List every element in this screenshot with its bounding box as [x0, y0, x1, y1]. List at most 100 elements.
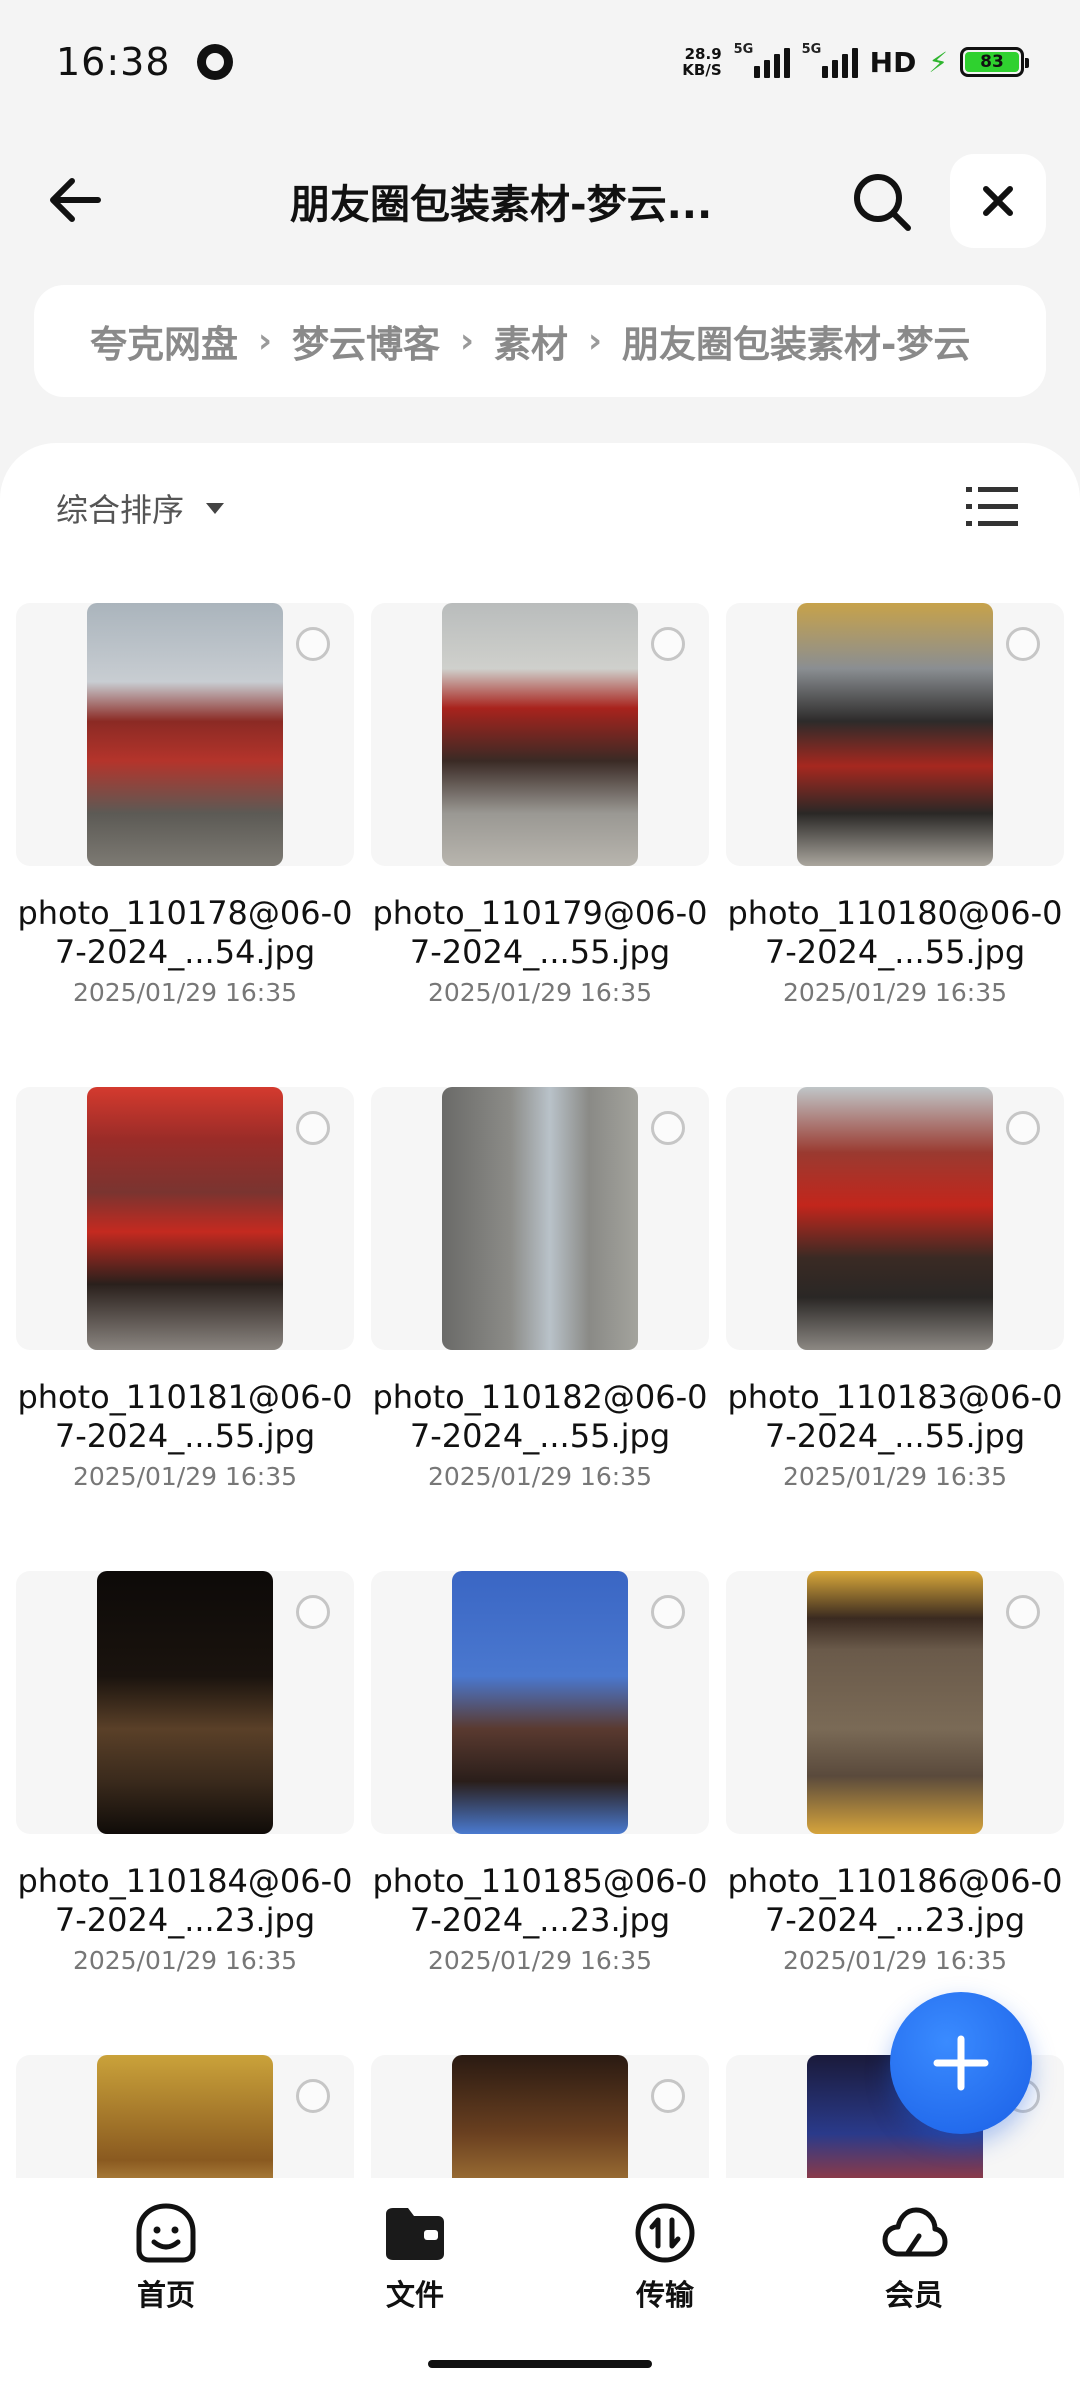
status-time: 16:38	[56, 40, 171, 84]
signal-label: 5G	[733, 42, 754, 57]
select-checkbox[interactable]	[296, 627, 330, 661]
close-button[interactable]	[950, 154, 1046, 248]
thumbnail-frame	[371, 1571, 709, 1834]
file-name: photo_110179@06-07-2024_...55.jpg	[372, 894, 708, 971]
select-checkbox[interactable]	[651, 2079, 685, 2113]
select-checkbox[interactable]	[651, 1111, 685, 1145]
thumbnail-frame	[726, 603, 1064, 866]
upload-fab-button[interactable]	[890, 1992, 1032, 2134]
back-button[interactable]	[40, 164, 112, 236]
file-date: 2025/01/29 16:35	[427, 978, 653, 1007]
caret-down-icon	[206, 502, 225, 514]
file-card[interactable]: photo_110183@06-07-2024_...55.jpg 2025/0…	[726, 1087, 1064, 1491]
header: 朋友圈包装素材-梦云...	[0, 150, 1080, 250]
file-name: photo_110181@06-07-2024_...55.jpg	[17, 1378, 353, 1455]
signal-label: 5G	[801, 42, 822, 57]
list-view-button[interactable]	[966, 485, 1018, 529]
file-card[interactable]	[371, 2055, 709, 2178]
thumbnail-frame	[16, 1571, 354, 1834]
file-date: 2025/01/29 16:35	[72, 1946, 298, 1975]
nav-item-files[interactable]: 文件	[345, 2200, 485, 2314]
file-name: photo_110183@06-07-2024_...55.jpg	[727, 1378, 1063, 1455]
file-date: 2025/01/29 16:35	[427, 1462, 653, 1491]
chevron-right-icon: ›	[460, 321, 475, 361]
notification-icon	[196, 44, 233, 80]
photo-thumbnail	[442, 1087, 638, 1350]
file-card[interactable]: photo_110182@06-07-2024_...55.jpg 2025/0…	[371, 1087, 709, 1491]
chevron-right-icon: ›	[258, 321, 273, 361]
cloud-icon	[882, 2207, 948, 2257]
status-bar: 16:38 28.9 KB/S 5G 5G HD ⚡ 83	[0, 0, 1080, 124]
folder-icon	[386, 2208, 444, 2260]
breadcrumb-item[interactable]: 素材	[494, 314, 568, 368]
nav-item-member[interactable]: 会员	[844, 2200, 984, 2314]
select-checkbox[interactable]	[296, 2079, 330, 2113]
file-date: 2025/01/29 16:35	[782, 1946, 1008, 1975]
chevron-right-icon: ›	[588, 321, 603, 361]
thumbnail-frame	[371, 2055, 709, 2178]
photo-thumbnail	[797, 603, 993, 866]
file-date: 2025/01/29 16:35	[782, 978, 1008, 1007]
net-speed-unit: KB/S	[682, 61, 722, 79]
sort-dropdown[interactable]: 综合排序	[56, 485, 225, 531]
file-card[interactable]: photo_110186@06-07-2024_...23.jpg 2025/0…	[726, 1571, 1064, 1975]
sort-label: 综合排序	[56, 491, 185, 529]
battery-level: 83	[965, 52, 1019, 72]
nav-item-transfer[interactable]: 传输	[595, 2200, 735, 2314]
breadcrumb-item[interactable]: 梦云博客	[292, 314, 440, 368]
nav-label: 会员	[884, 2278, 943, 2312]
file-card[interactable]: photo_110178@06-07-2024_...54.jpg 2025/0…	[16, 603, 354, 1007]
thumbnail-frame	[371, 603, 709, 866]
thumbnail-frame	[726, 1571, 1064, 1834]
select-checkbox[interactable]	[651, 1595, 685, 1629]
search-icon	[854, 174, 911, 231]
file-card[interactable]: photo_110184@06-07-2024_...23.jpg 2025/0…	[16, 1571, 354, 1975]
file-name: photo_110182@06-07-2024_...55.jpg	[372, 1378, 708, 1455]
file-name: photo_110185@06-07-2024_...23.jpg	[372, 1862, 708, 1939]
net-speed-value: 28.9	[684, 45, 722, 63]
thumbnail-frame	[726, 1087, 1064, 1350]
select-checkbox[interactable]	[1006, 1111, 1040, 1145]
file-name: photo_110180@06-07-2024_...55.jpg	[727, 894, 1063, 971]
file-card[interactable]	[16, 2055, 354, 2178]
nav-label: 首页	[136, 2278, 195, 2312]
thumbnail-frame	[16, 2055, 354, 2178]
file-card[interactable]: photo_110181@06-07-2024_...55.jpg 2025/0…	[16, 1087, 354, 1491]
file-card[interactable]: photo_110180@06-07-2024_...55.jpg 2025/0…	[726, 603, 1064, 1007]
select-checkbox[interactable]	[651, 627, 685, 661]
network-speed: 28.9 KB/S	[682, 46, 721, 78]
file-card[interactable]: photo_110179@06-07-2024_...55.jpg 2025/0…	[371, 603, 709, 1007]
nav-label: 传输	[635, 2278, 694, 2312]
file-panel: 综合排序 photo_110178@06-07-2024_...54.jpg 2…	[0, 443, 1080, 2178]
photo-thumbnail	[87, 603, 283, 866]
file-date: 2025/01/29 16:35	[72, 978, 298, 1007]
list-view-icon	[966, 487, 1018, 526]
search-button[interactable]	[850, 170, 914, 234]
nav-item-home[interactable]: 首页	[96, 2200, 236, 2314]
breadcrumb-item[interactable]: 夸克网盘	[90, 314, 238, 368]
photo-thumbnail	[442, 603, 638, 866]
nav-label: 文件	[385, 2278, 444, 2312]
photo-thumbnail	[87, 1087, 283, 1350]
photo-thumbnail	[797, 1087, 993, 1350]
file-card[interactable]: photo_110185@06-07-2024_...23.jpg 2025/0…	[371, 1571, 709, 1975]
thumbnail-frame	[16, 603, 354, 866]
select-checkbox[interactable]	[1006, 627, 1040, 661]
home-indicator[interactable]	[428, 2360, 652, 2368]
breadcrumb-item[interactable]: 朋友圈包装素材-梦云	[622, 314, 970, 368]
page-title: 朋友圈包装素材-梦云...	[290, 182, 713, 228]
transfer-icon	[635, 2203, 695, 2263]
file-date: 2025/01/29 16:35	[72, 1462, 298, 1491]
select-checkbox[interactable]	[296, 1111, 330, 1145]
file-name: photo_110186@06-07-2024_...23.jpg	[727, 1862, 1063, 1939]
status-icons: 28.9 KB/S 5G 5G HD ⚡ 83	[682, 42, 1029, 79]
battery-icon: 83	[960, 47, 1029, 77]
photo-thumbnail	[807, 1571, 983, 1834]
select-checkbox[interactable]	[296, 1595, 330, 1629]
breadcrumb: 夸克网盘 › 梦云博客 › 素材 › 朋友圈包装素材-梦云	[34, 285, 1046, 397]
hd-icon: HD	[869, 45, 917, 79]
file-date: 2025/01/29 16:35	[782, 1462, 1008, 1491]
select-checkbox[interactable]	[1006, 1595, 1040, 1629]
thumbnail-frame	[371, 1087, 709, 1350]
signal-icon: 5G	[802, 42, 858, 78]
